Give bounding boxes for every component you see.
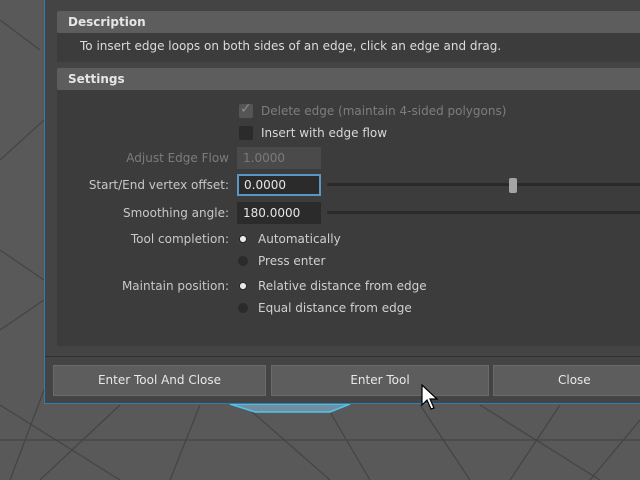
smoothing-angle-slider-track[interactable] [327,211,640,214]
smoothing-angle-label: Smoothing angle: [122,206,229,220]
settings-panel: ✓ Delete edge (maintain 4-sided polygons… [57,90,640,346]
vertex-offset-label: Start/End vertex offset: [88,178,229,192]
maintain-position-equal-label: Equal distance from edge [258,301,412,315]
delete-edge-checkbox[interactable]: ✓ [239,101,253,118]
vertex-offset-field[interactable]: 0.0000 [237,174,321,196]
maintain-position-label: Maintain position: [121,279,229,293]
tool-completion-press-enter-radio[interactable] [238,256,248,266]
maintain-position-relative-label: Relative distance from edge [258,279,427,293]
mouse-pointer-icon [421,384,439,410]
tool-completion-automatically-radio[interactable] [238,234,248,244]
description-header[interactable]: Description [57,11,640,33]
vertex-offset-slider-handle[interactable] [509,178,517,193]
button-bar: Enter Tool And Close Enter Tool Close [45,356,640,403]
tool-completion-press-enter-label: Press enter [258,254,326,268]
enter-tool-and-close-button[interactable]: Enter Tool And Close [53,365,266,396]
insert-edge-flow-checkbox[interactable] [239,126,253,140]
insert-edge-loop-options-dialog: Description To insert edge loops on both… [44,0,640,404]
tool-completion-label: Tool completion: [130,232,229,246]
adjust-edge-flow-label: Adjust Edge Flow [126,151,229,165]
adjust-edge-flow-field[interactable]: 1.0000 [237,147,321,169]
maintain-position-relative-radio[interactable] [238,281,248,291]
settings-header[interactable]: Settings [57,68,640,90]
enter-tool-button[interactable]: Enter Tool [271,365,489,396]
description-text: To insert edge loops on both sides of an… [57,33,640,62]
maintain-position-equal-radio[interactable] [238,303,248,313]
tool-completion-automatically-label: Automatically [258,232,341,246]
smoothing-angle-field[interactable]: 180.0000 [237,202,321,224]
insert-edge-flow-label: Insert with edge flow [261,126,388,140]
close-button[interactable]: Close [493,365,640,396]
delete-edge-label: Delete edge (maintain 4-sided polygons) [261,104,507,118]
check-icon: ✓ [240,101,252,117]
vertex-offset-slider-track[interactable] [327,183,640,186]
